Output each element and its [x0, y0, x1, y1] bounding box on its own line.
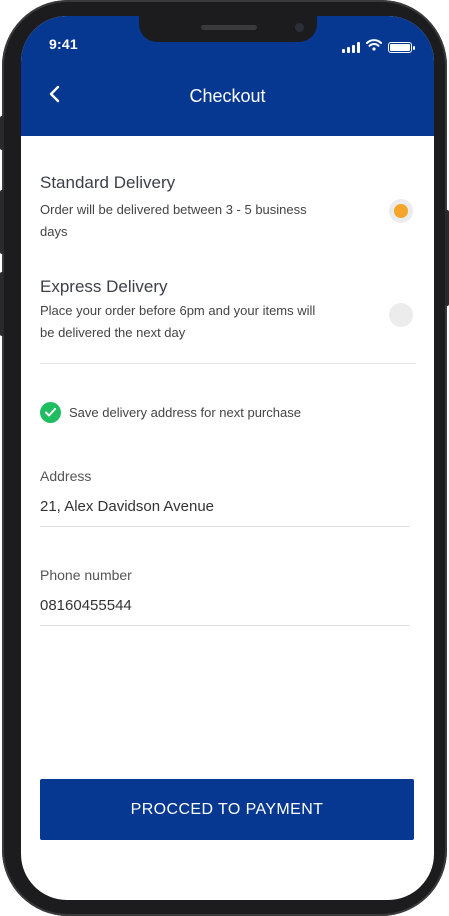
radio-standard-delivery[interactable]	[389, 199, 413, 223]
check-circle-icon[interactable]	[40, 402, 61, 423]
front-camera	[295, 23, 304, 32]
page-title: Checkout	[189, 86, 266, 106]
side-button-volume-up	[0, 190, 4, 254]
radio-selected-dot	[394, 204, 408, 218]
side-button-power	[445, 210, 449, 306]
address-input[interactable]: 21, Alex Davidson Avenue	[40, 498, 410, 527]
battery-icon	[388, 41, 415, 53]
notch	[139, 16, 317, 42]
radio-express-delivery[interactable]	[389, 303, 413, 327]
speaker-grille	[201, 25, 257, 30]
wifi-icon	[366, 38, 382, 56]
option-title: Express Delivery	[40, 277, 168, 296]
address-label: Address	[40, 468, 92, 484]
side-button-volume-down	[0, 272, 4, 336]
proceed-to-payment-button[interactable]: PROCCED TO PAYMENT	[40, 779, 414, 840]
section-divider	[40, 363, 416, 364]
save-address-label: Save delivery address for next purchase	[69, 405, 301, 420]
option-description: Order will be delivered between 3 - 5 bu…	[40, 202, 307, 239]
cellular-signal-icon	[342, 41, 360, 53]
status-time: 9:41	[49, 36, 78, 52]
delivery-option-standard[interactable]: Standard Delivery Order will be delivere…	[40, 173, 416, 243]
address-field[interactable]: Address 21, Alex Davidson Avenue	[40, 468, 410, 527]
phone-input[interactable]: 08160455544	[40, 597, 410, 626]
option-title: Standard Delivery	[40, 173, 176, 192]
save-address-row[interactable]: Save delivery address for next purchase	[40, 402, 301, 423]
app-header: 9:41 Checkout	[21, 16, 434, 136]
screen: 9:41 Checkout Standard Delivery Order wi…	[21, 16, 434, 900]
phone-frame: 9:41 Checkout Standard Delivery Order wi…	[0, 0, 449, 916]
delivery-option-express[interactable]: Express Delivery Place your order before…	[40, 277, 416, 344]
status-icons	[342, 38, 415, 56]
phone-label: Phone number	[40, 567, 132, 583]
option-description: Place your order before 6pm and your ite…	[40, 303, 316, 340]
side-button-mute	[0, 116, 4, 150]
phone-field[interactable]: Phone number 08160455544	[40, 567, 410, 626]
